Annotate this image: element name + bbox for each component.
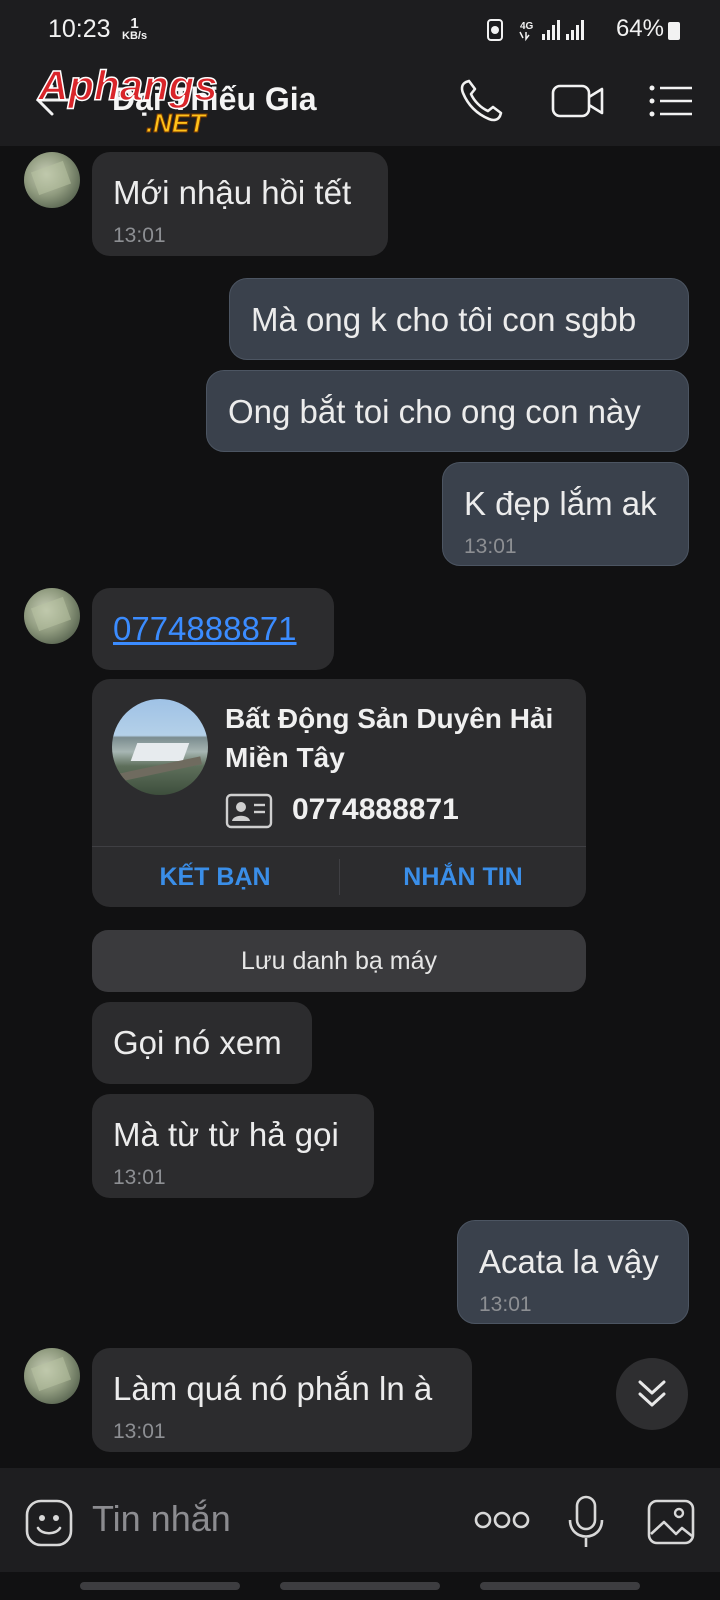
message-bubble-outgoing[interactable]: Mà ong k cho tôi con sgbb xyxy=(229,278,689,360)
send-message-button[interactable]: NHẮN TIN xyxy=(340,847,586,907)
network-speed-value: 1 xyxy=(130,15,139,32)
message-time: 13:01 xyxy=(464,535,517,558)
message-text: Acata la vậy xyxy=(479,1243,659,1280)
watermark-logo: Aphangs .NET xyxy=(36,61,218,138)
avatar[interactable] xyxy=(24,1348,80,1404)
status-icons: 4G xyxy=(487,19,584,42)
watermark-bottom-text: .NET xyxy=(146,108,207,138)
save-contact-button[interactable]: Lưu danh bạ máy xyxy=(92,930,586,992)
network-speed: 1 KB/s xyxy=(122,15,148,42)
message-text: Làm quá nó phắn ln à xyxy=(113,1370,433,1407)
nav-home-handle[interactable] xyxy=(280,1582,440,1590)
video-call-icon[interactable] xyxy=(550,76,606,126)
add-friend-button[interactable]: KẾT BẠN xyxy=(92,847,338,907)
phone-icon[interactable] xyxy=(456,76,506,126)
contact-card[interactable]: Bất Động Sản Duyên Hải Miền Tây 07748888… xyxy=(92,679,586,907)
avatar[interactable] xyxy=(24,152,80,208)
battery-icon xyxy=(668,22,680,40)
message-bubble-incoming[interactable]: 0774888871 xyxy=(92,588,334,670)
contact-id-icon xyxy=(225,793,273,829)
message-bubble-outgoing[interactable]: Acata la vậy 13:01 xyxy=(457,1220,689,1324)
message-bubble-incoming[interactable]: Làm quá nó phắn ln à 13:01 xyxy=(92,1348,472,1452)
navigation-bar xyxy=(0,1572,720,1600)
message-time: 13:01 xyxy=(113,224,166,247)
message-text: K đẹp lắm ak xyxy=(464,485,657,522)
watermark-top-text: Aphangs xyxy=(37,62,218,109)
message-composer: Tin nhắn xyxy=(0,1468,720,1572)
message-bubble-incoming[interactable]: Mà từ từ hả gọi 13:01 xyxy=(92,1094,374,1198)
message-text: Mà từ từ hả gọi xyxy=(113,1116,339,1153)
message-text: Mà ong k cho tôi con sgbb xyxy=(251,301,637,338)
sticker-icon[interactable] xyxy=(24,1498,74,1548)
phone-number-link[interactable]: 0774888871 xyxy=(113,610,297,648)
menu-list-icon[interactable] xyxy=(646,76,696,126)
message-bubble-incoming[interactable]: Gọi nó xem xyxy=(92,1002,312,1084)
message-bubble-incoming[interactable]: Mới nhậu hồi tết 13:01 xyxy=(92,152,388,256)
message-time: 13:01 xyxy=(479,1293,532,1316)
network-type-label: 4G xyxy=(520,21,534,32)
contact-name: Bất Động Sản Duyên Hải Miền Tây xyxy=(225,703,554,773)
message-bubble-outgoing[interactable]: Ong bắt toi cho ong con này xyxy=(206,370,689,452)
image-icon[interactable] xyxy=(646,1498,696,1546)
message-input[interactable]: Tin nhắn xyxy=(92,1498,231,1540)
avatar[interactable] xyxy=(24,588,80,644)
message-bubble-outgoing[interactable]: K đẹp lắm ak 13:01 xyxy=(442,462,689,566)
message-list[interactable]: Mới nhậu hồi tết 13:01 Mà ong k cho tôi … xyxy=(0,146,720,1468)
double-chevron-down-icon xyxy=(638,1380,666,1407)
microphone-icon[interactable] xyxy=(566,1494,606,1550)
status-bar: 10:23 1 KB/s 4G 64% xyxy=(0,0,720,54)
message-text: Gọi nó xem xyxy=(113,1024,282,1061)
nav-back-handle[interactable] xyxy=(480,1582,640,1590)
message-time: 13:01 xyxy=(113,1420,166,1443)
message-time: 13:01 xyxy=(113,1166,166,1189)
chat-header: Đại Thiếu Gia Aphangs .NET xyxy=(0,54,720,146)
contact-phone: 0774888871 xyxy=(292,793,459,826)
message-text: Ong bắt toi cho ong con này xyxy=(228,393,641,430)
more-dots-icon[interactable] xyxy=(474,1508,530,1532)
battery-percent: 64% xyxy=(615,15,664,42)
status-time: 10:23 xyxy=(48,15,111,43)
network-speed-unit: KB/s xyxy=(122,30,148,42)
message-text: Mới nhậu hồi tết xyxy=(113,174,352,211)
contact-avatar[interactable] xyxy=(112,699,208,795)
scroll-to-bottom-button[interactable] xyxy=(616,1358,688,1430)
nav-recents-handle[interactable] xyxy=(80,1582,240,1590)
